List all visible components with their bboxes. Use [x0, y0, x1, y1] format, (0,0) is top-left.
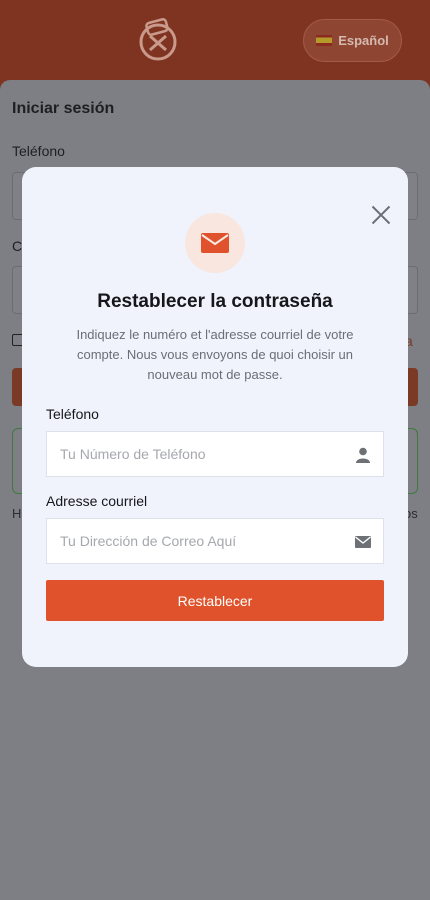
- phone-label: Teléfono: [46, 406, 99, 422]
- language-selector-button[interactable]: Español: [303, 19, 402, 62]
- mail-badge: [185, 213, 245, 273]
- close-icon[interactable]: [370, 204, 392, 226]
- email-field[interactable]: [46, 518, 384, 564]
- user-icon: [356, 447, 370, 463]
- language-label: Español: [338, 33, 389, 48]
- envelope-icon: [355, 536, 371, 548]
- footer-left-text: H: [12, 506, 22, 521]
- spain-flag-icon: [316, 35, 333, 46]
- modal-title: Restablecer la contraseña: [97, 291, 333, 312]
- login-password-label: C: [12, 238, 23, 254]
- email-label: Adresse courriel: [46, 493, 148, 509]
- envelope-icon: [201, 233, 229, 253]
- reset-password-modal: Restablecer la contraseña Indiquez le nu…: [22, 167, 408, 667]
- login-phone-label: Teléfono: [12, 143, 65, 159]
- reset-submit-button[interactable]: Restablecer: [46, 580, 384, 621]
- phone-field[interactable]: [46, 431, 384, 477]
- email-input[interactable]: [60, 533, 340, 549]
- modal-description: Indiquez le numéro et l'adresse courriel…: [76, 327, 354, 382]
- brand-logo-icon[interactable]: [137, 18, 179, 62]
- login-title: Iniciar sesión: [12, 100, 115, 117]
- phone-input[interactable]: [60, 446, 340, 462]
